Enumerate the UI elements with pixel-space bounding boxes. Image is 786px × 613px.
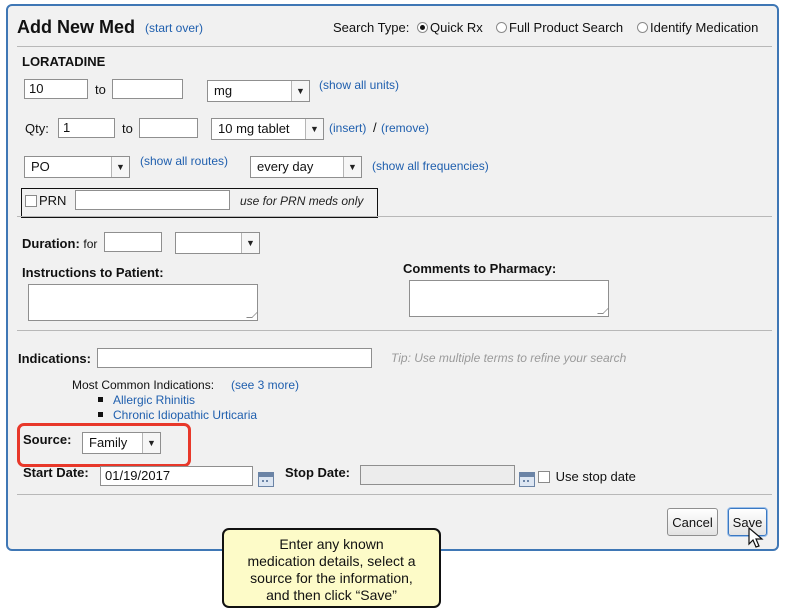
insert-link[interactable]: (insert) [329,121,366,135]
prn-checkbox-group[interactable]: PRN [25,193,66,208]
list-item: Allergic Rhinitis [98,393,195,407]
stop-date-input[interactable] [360,465,515,485]
dosage-form-select[interactable]: 10 mg tablet ▼ [211,118,324,140]
start-date-label: Start Date: [23,465,89,480]
use-stop-date-label: Use stop date [555,469,636,484]
instructions-textarea[interactable] [28,284,258,321]
frequency-select[interactable]: every day ▼ [250,156,362,178]
route-value: PO [31,159,50,174]
calendar-icon[interactable] [258,472,274,487]
chevron-down-icon: ▼ [305,119,323,139]
calendar-icon[interactable] [519,472,535,487]
radio-full-product-icon[interactable] [496,22,507,33]
indications-label: Indications: [18,351,91,366]
divider [17,330,772,331]
duration-unit-select[interactable]: ▼ [175,232,260,254]
bullet-icon [98,412,103,417]
prn-hint: use for PRN meds only [240,194,364,208]
duration-input[interactable] [104,232,162,252]
instructions-label: Instructions to Patient: [22,265,164,280]
start-date-input[interactable]: 01/19/2017 [100,466,253,486]
search-option-identify[interactable]: Identify Medication [637,20,758,35]
dose-to-input[interactable] [112,79,183,99]
prn-label: PRN [39,193,67,208]
source-highlight [17,423,191,467]
qty-to-label: to [122,121,133,136]
add-med-panel: Add New Med (start over) Search Type: Qu… [6,4,779,551]
qty-from-input[interactable]: 1 [58,118,115,138]
use-stop-date-group[interactable]: Use stop date [538,469,636,484]
drug-name: LORATADINE [22,54,106,69]
mouse-cursor-icon [748,527,764,548]
page-title: Add New Med [17,17,136,37]
resize-grip-icon[interactable] [597,308,609,314]
callout-line: and then click “Save” [266,587,397,603]
chevron-down-icon: ▼ [241,233,259,253]
pharmacy-comments-textarea[interactable] [409,280,609,317]
callout-line: source for the information, [250,570,413,586]
search-type-label: Search Type: [333,20,410,35]
common-indications-label: Most Common Indications: [72,378,215,392]
search-option-full-product[interactable]: Full Product Search [496,20,623,35]
callout-line: medication details, select a [247,553,416,569]
divider [17,216,772,217]
start-over-link[interactable]: (start over) [145,21,203,35]
tutorial-callout: Enter any known medication details, sele… [222,528,441,608]
radio-identify-icon[interactable] [637,22,648,33]
callout-line: Enter any known [279,536,384,552]
qty-to-input[interactable] [139,118,198,138]
pharmacy-comments-label: Comments to Pharmacy: [403,261,557,276]
chevron-down-icon: ▼ [291,81,309,101]
prn-checkbox[interactable] [25,195,37,207]
qty-label: Qty: [25,121,49,136]
duration-label-group: Duration: for [22,236,97,251]
dosage-form-value: 10 mg tablet [218,121,290,136]
frequency-value: every day [257,159,314,174]
see-more-link[interactable]: (see 3 more) [231,378,299,392]
link-separator: / [373,120,377,135]
show-all-frequencies-link[interactable]: (show all frequencies) [372,159,489,173]
duration-for-label: for [83,237,98,251]
show-all-routes-link[interactable]: (show all routes) [140,154,228,168]
divider [17,494,772,495]
chevron-down-icon: ▼ [111,157,129,177]
chevron-down-icon: ▼ [343,157,361,177]
radio-quick-rx-icon[interactable] [417,22,428,33]
stop-date-label: Stop Date: [285,465,350,480]
indications-tip: Tip: Use multiple terms to refine your s… [391,351,627,365]
list-item: Chronic Idiopathic Urticaria [98,408,257,422]
remove-link[interactable]: (remove) [381,121,429,135]
dose-to-label: to [95,82,106,97]
search-option-quick-rx[interactable]: Quick Rx [417,20,483,35]
use-stop-date-checkbox[interactable] [538,471,550,483]
indications-input[interactable] [97,348,372,368]
unit-select-value: mg [214,83,233,98]
dose-from-input[interactable]: 10 [24,79,88,99]
unit-select[interactable]: mg ▼ [207,80,310,102]
prn-reason-input[interactable] [75,190,230,210]
divider [17,46,772,47]
bullet-icon [98,397,103,402]
show-all-units-link[interactable]: (show all units) [319,78,399,92]
indication-urticaria[interactable]: Chronic Idiopathic Urticaria [113,408,257,422]
route-select[interactable]: PO ▼ [24,156,130,178]
duration-label: Duration: [22,236,80,251]
resize-grip-icon[interactable] [246,312,258,318]
indication-allergic-rhinitis[interactable]: Allergic Rhinitis [113,393,195,407]
cancel-button[interactable]: Cancel [667,508,718,536]
